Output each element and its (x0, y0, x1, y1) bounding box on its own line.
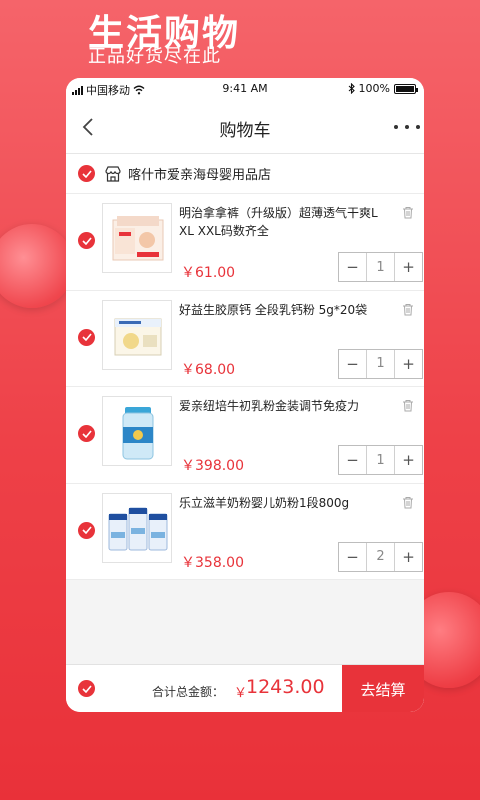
status-right: 100% (348, 82, 418, 95)
checkmark-icon (81, 684, 92, 693)
decrease-button[interactable]: − (339, 446, 366, 474)
increase-button[interactable]: + (395, 253, 422, 281)
item-price: ￥398.00 (181, 458, 244, 474)
battery-percent: 100% (358, 82, 390, 95)
bluetooth-icon (348, 83, 355, 94)
nav-bar: 购物车 (66, 100, 424, 154)
increase-button[interactable]: + (395, 350, 422, 378)
total-label: 合计总金额： (152, 685, 225, 699)
item-checkbox[interactable] (78, 328, 95, 346)
checkmark-icon (81, 333, 92, 341)
increase-button[interactable]: + (395, 446, 422, 474)
cart-item: 爱亲纽培牛初乳粉金装调节免疫力 ￥398.00 − 1 + (66, 387, 424, 484)
quantity-field[interactable]: 2 (366, 542, 395, 571)
colostrum-can-image[interactable] (102, 396, 172, 466)
checkout-button[interactable]: 去结算 (342, 665, 424, 712)
item-checkbox[interactable] (78, 521, 95, 539)
cart-item: 明治拿拿裤（升级版）超薄透气干爽L XL XXL码数齐全 ￥61.00 − 1 … (66, 194, 424, 291)
total-amount: 1243.00 (246, 676, 325, 698)
checkmark-icon (81, 429, 92, 438)
item-title[interactable]: 乐立滋羊奶粉婴儿奶粉1段800g (179, 494, 389, 512)
increase-button[interactable]: + (395, 543, 422, 571)
trash-icon[interactable] (402, 399, 414, 412)
quantity-stepper: − 1 + (338, 348, 423, 379)
diaper-pack-image[interactable] (102, 203, 172, 273)
decrease-button[interactable]: − (339, 350, 366, 378)
checkmark-icon (81, 236, 92, 245)
quantity-field[interactable]: 1 (366, 446, 395, 474)
store-name[interactable]: 喀什市爱亲海母婴用品店 (128, 164, 271, 183)
item-title[interactable]: 爱亲纽培牛初乳粉金装调节免疫力 (179, 397, 389, 415)
status-bar: 中国移动 9:41 AM 100% (66, 78, 424, 100)
item-checkbox[interactable] (78, 425, 95, 442)
cart-item: 好益生胶原钙 全段乳钙粉 5g*20袋 ￥68.00 − 1 + (66, 290, 424, 387)
trash-icon[interactable] (402, 303, 414, 316)
item-price: ￥61.00 (181, 265, 236, 281)
store-icon (105, 165, 121, 182)
item-price: ￥68.00 (181, 361, 236, 378)
quantity-field[interactable]: 1 (366, 349, 395, 378)
decorative-bubble-left (0, 224, 74, 308)
item-price: ￥358.00 (181, 554, 244, 571)
battery-icon (394, 83, 418, 94)
store-checkbox[interactable] (78, 165, 95, 182)
promo-subtitle: 正品好货尽在此 (88, 46, 221, 67)
select-all-checkbox[interactable] (78, 680, 95, 697)
page-title: 购物车 (219, 121, 271, 141)
checkmark-icon (81, 526, 92, 534)
quantity-stepper: − 1 + (338, 252, 423, 282)
phone-screen: 中国移动 9:41 AM 100% 购物车 喀什市爱亲海母婴用品店 明治拿拿裤（… (66, 78, 424, 712)
trash-icon[interactable] (402, 496, 414, 509)
calcium-powder-box-image[interactable] (102, 299, 172, 370)
trash-icon[interactable] (402, 206, 414, 219)
more-icon[interactable] (394, 118, 420, 136)
decrease-button[interactable]: − (339, 543, 366, 571)
decrease-button[interactable]: − (339, 253, 366, 281)
cart-item: 乐立滋羊奶粉婴儿奶粉1段800g ￥358.00 − 2 + (66, 483, 424, 580)
store-header: 喀什市爱亲海母婴用品店 (66, 154, 424, 194)
checkmark-icon (81, 169, 92, 178)
goat-milk-cans-image[interactable] (102, 492, 172, 563)
item-title[interactable]: 好益生胶原钙 全段乳钙粉 5g*20袋 (179, 301, 389, 319)
quantity-stepper: − 1 + (338, 445, 423, 475)
quantity-stepper: − 2 + (338, 541, 423, 572)
quantity-field[interactable]: 1 (366, 253, 395, 281)
item-checkbox[interactable] (78, 232, 95, 249)
checkout-bar: 合计总金额： ￥ 1243.00 去结算 (66, 664, 424, 712)
item-title[interactable]: 明治拿拿裤（升级版）超薄透气干爽L XL XXL码数齐全 (179, 204, 389, 240)
